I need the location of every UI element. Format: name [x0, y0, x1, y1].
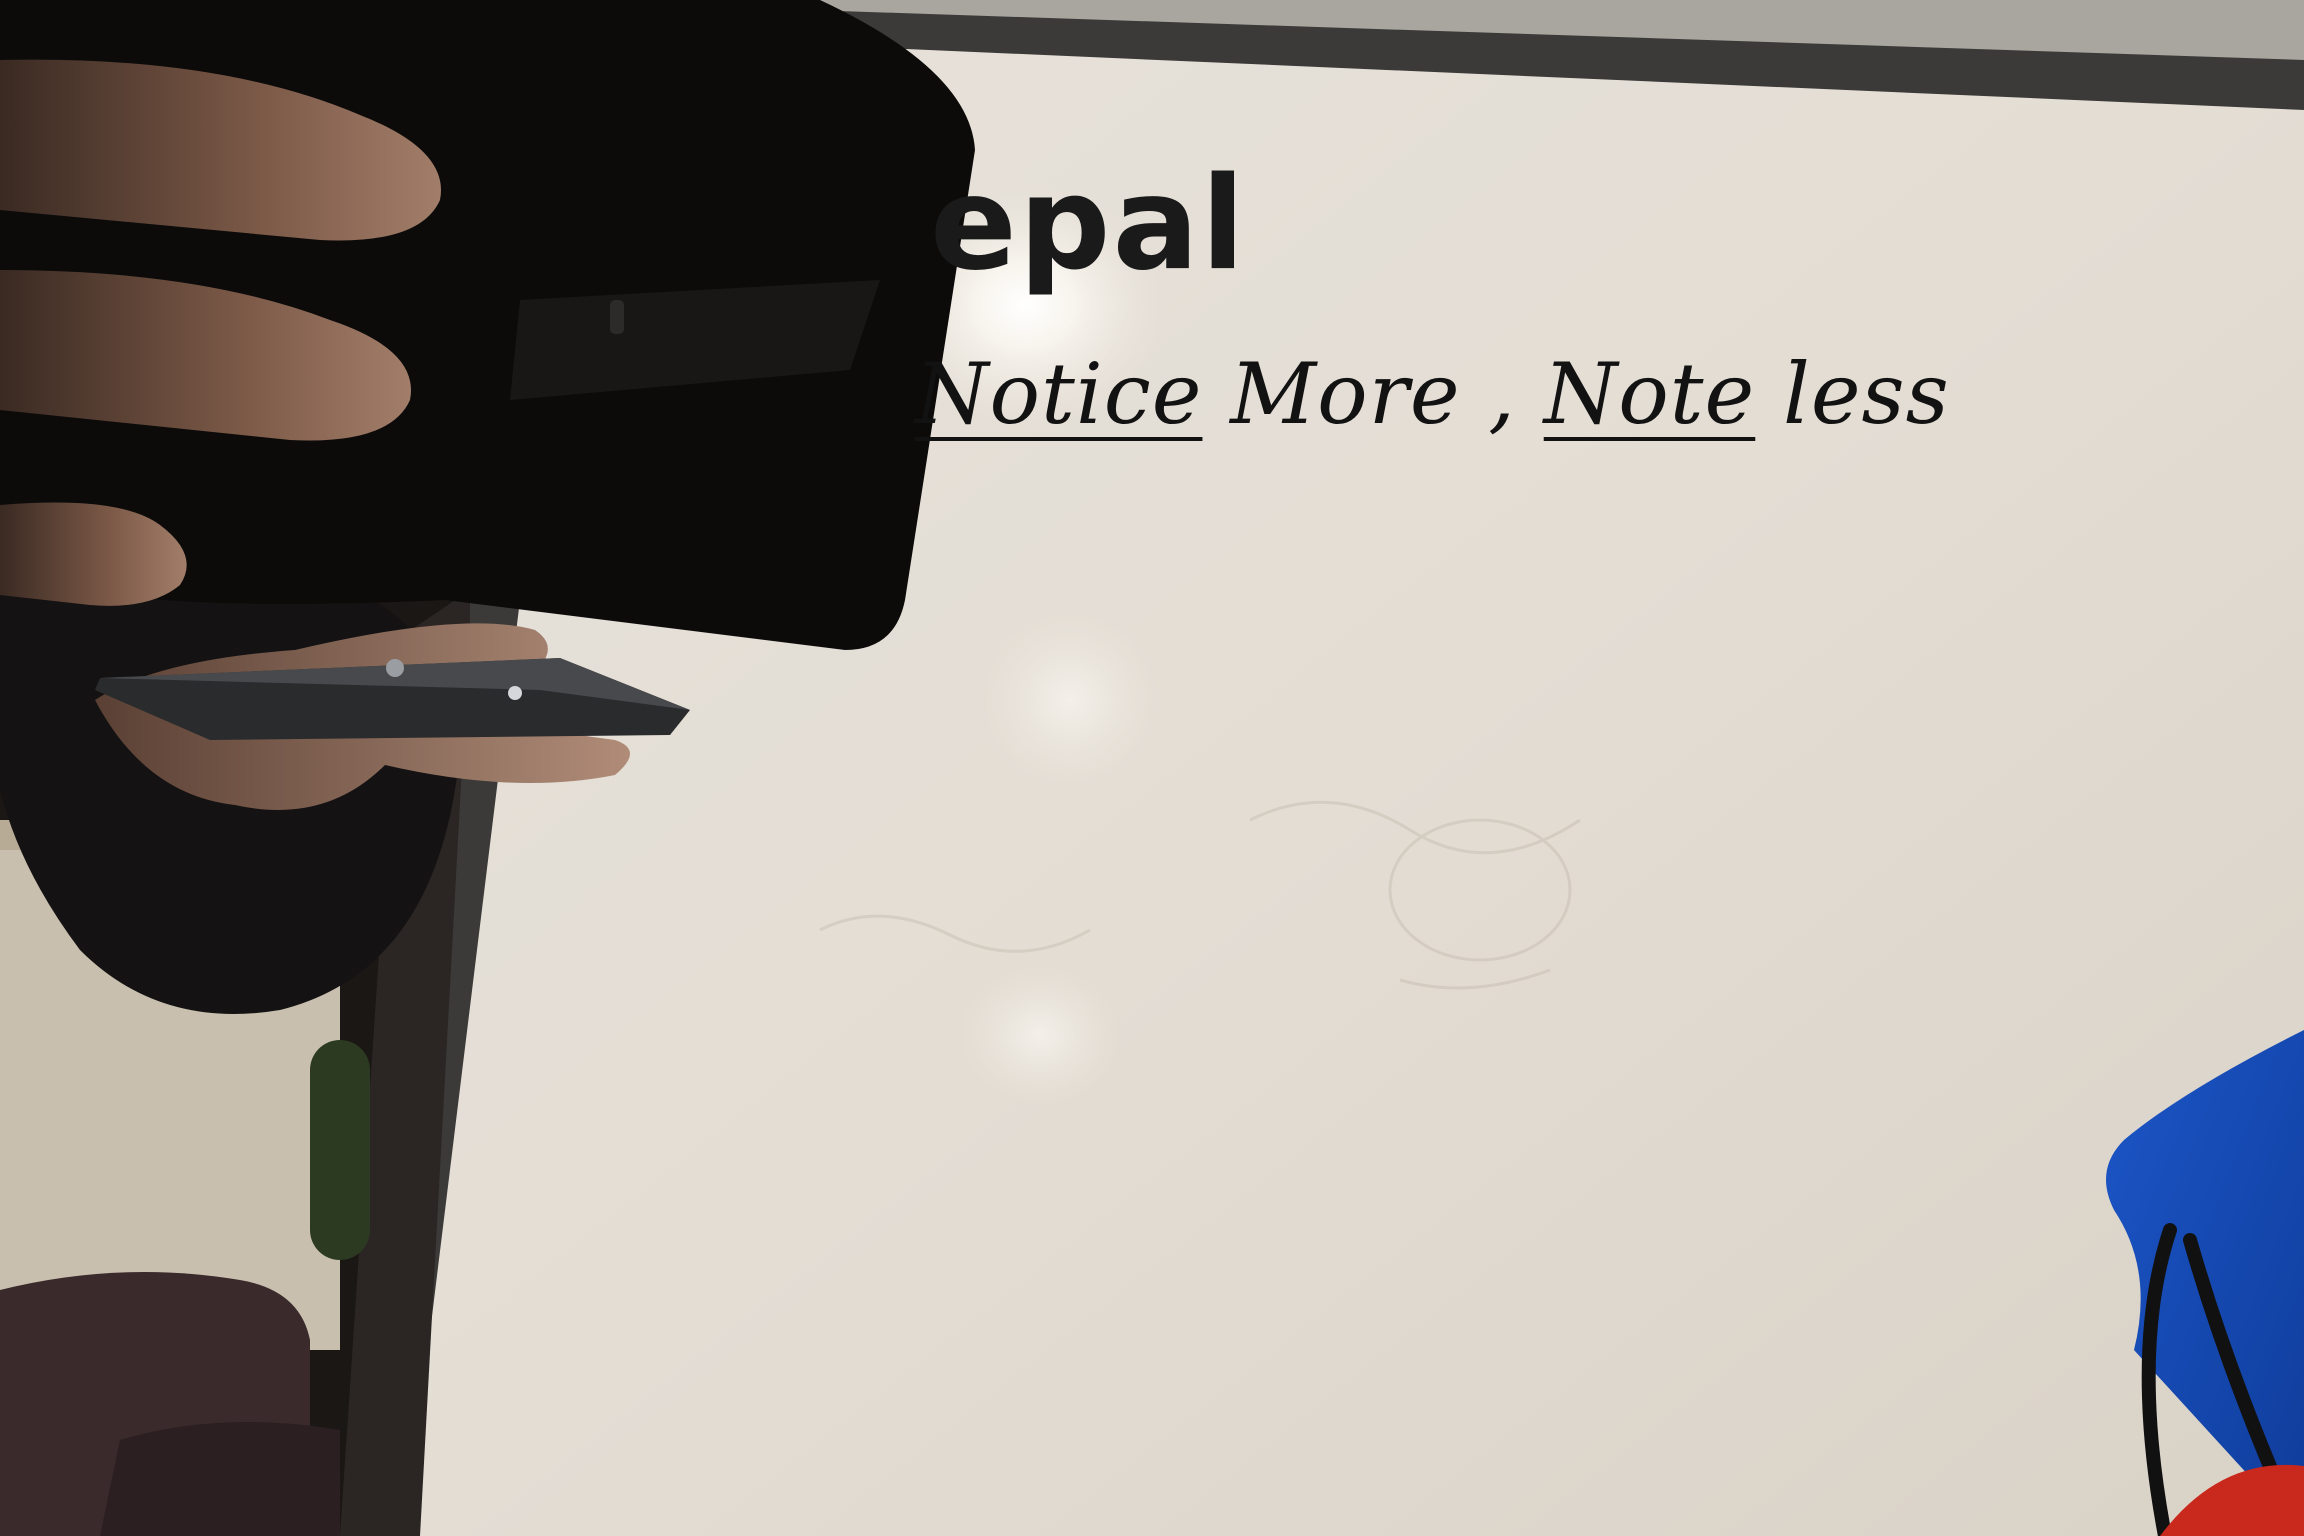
light-reflection: [960, 965, 1120, 1105]
whiteboard-subtitle: Notice More , Note less: [915, 345, 1950, 443]
phone-camera-lens: [508, 686, 522, 700]
word-less: less: [1755, 345, 1950, 443]
plant: [310, 1040, 370, 1260]
whiteboard-title: epal: [930, 150, 1247, 299]
phone-camera-lens: [386, 659, 404, 677]
chair-armrest: [100, 1422, 340, 1536]
word-more: More ,: [1202, 345, 1544, 443]
word-notice: Notice: [915, 345, 1203, 443]
phone-button: [610, 300, 624, 334]
light-reflection: [980, 610, 1160, 790]
word-note: Note: [1543, 345, 1756, 443]
